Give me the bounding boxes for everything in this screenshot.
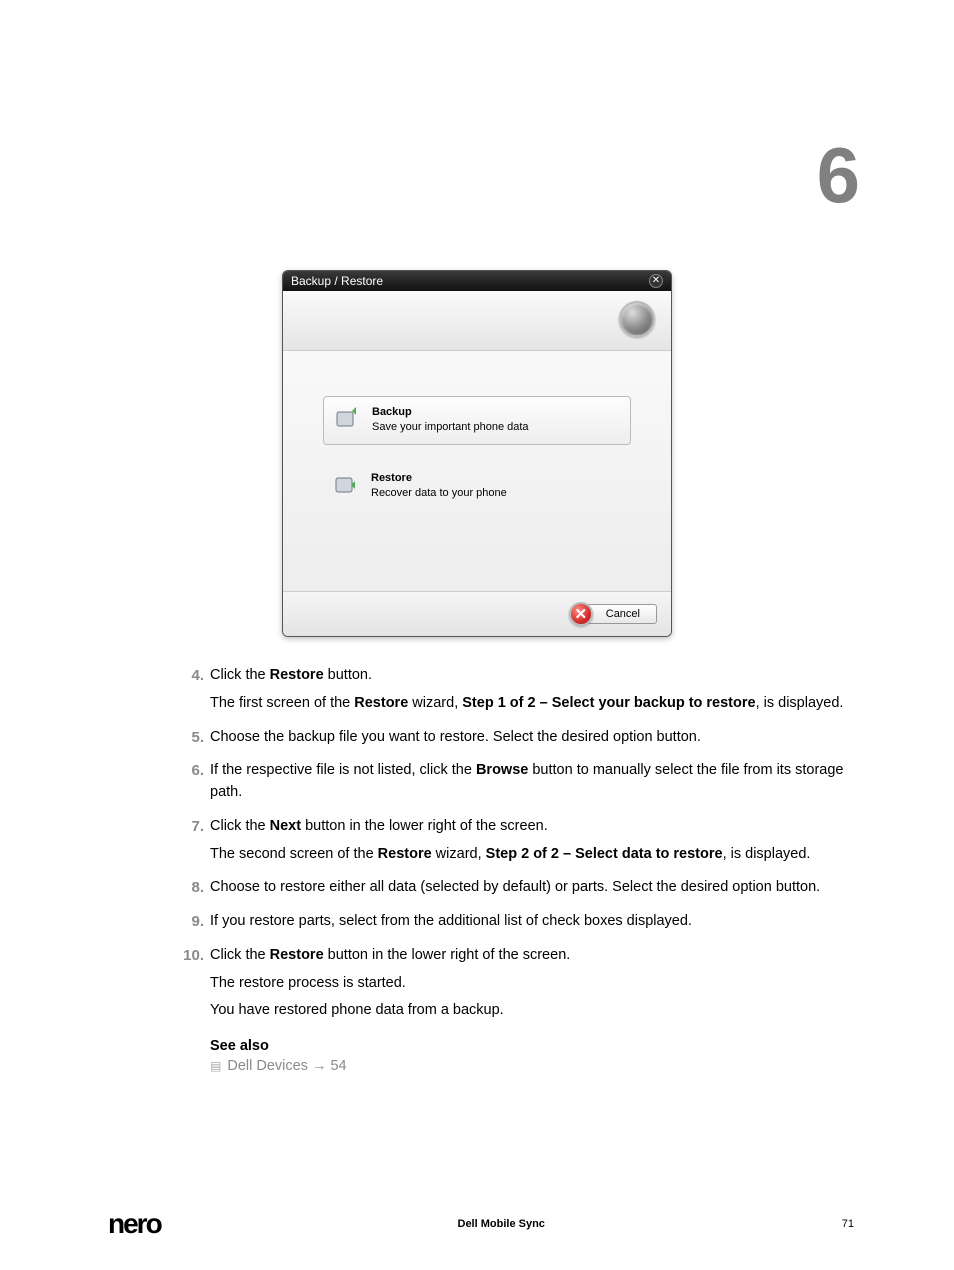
step-line: Click the Restore button in the lower ri…: [210, 945, 844, 967]
step-number: 6.: [178, 760, 210, 810]
instruction-step: 9.If you restore parts, select from the …: [178, 911, 844, 939]
backup-option-title: Backup: [372, 405, 529, 420]
backup-restore-dialog: Backup / Restore ✕ Backup Save yo: [282, 270, 672, 637]
device-orb-icon: [619, 301, 655, 337]
step-line: Click the Next button in the lower right…: [210, 816, 844, 838]
instruction-step: 5.Choose the backup file you want to res…: [178, 727, 844, 755]
nero-logo: nero: [108, 1208, 161, 1240]
see-also-link[interactable]: ▤ Dell Devices → 54: [210, 1058, 854, 1074]
step-line: If you restore parts, select from the ad…: [210, 911, 844, 933]
chapter-number: 6: [817, 130, 854, 221]
step-body: Click the Restore button. The first scree…: [210, 665, 844, 721]
dialog-footer: ✕ Cancel: [283, 591, 671, 636]
instruction-step: 10.Click the Restore button in the lower…: [178, 945, 844, 1028]
step-line: Click the Restore button.: [210, 665, 844, 687]
document-link-icon: ▤: [210, 1059, 221, 1073]
backup-option-desc: Save your important phone data: [372, 420, 529, 435]
close-icon[interactable]: ✕: [649, 274, 663, 288]
page-footer: nero Dell Mobile Sync 71: [108, 1208, 854, 1240]
step-number: 10.: [178, 945, 210, 1028]
restore-option-desc: Recover data to your phone: [371, 486, 507, 501]
dialog-body: Backup Save your important phone data Re…: [283, 351, 671, 591]
step-body: If you restore parts, select from the ad…: [210, 911, 844, 939]
step-line: The second screen of the Restore wizard,…: [210, 844, 844, 866]
backup-icon: [334, 405, 360, 431]
dialog-screenshot: Backup / Restore ✕ Backup Save yo: [100, 270, 854, 637]
restore-option[interactable]: Restore Recover data to your phone: [323, 463, 631, 510]
step-number: 9.: [178, 911, 210, 939]
step-body: Click the Next button in the lower right…: [210, 816, 844, 872]
step-number: 4.: [178, 665, 210, 721]
step-body: If the respective file is not listed, cl…: [210, 760, 844, 810]
step-line: The restore process is started.: [210, 973, 844, 995]
dialog-header: [283, 291, 671, 351]
cancel-button[interactable]: Cancel: [587, 604, 657, 624]
see-also-link-text: Dell Devices → 54: [227, 1058, 346, 1074]
step-line: Choose to restore either all data (selec…: [210, 877, 844, 899]
step-line: You have restored phone data from a back…: [210, 1000, 844, 1022]
restore-option-title: Restore: [371, 471, 507, 486]
see-also-section: See also ▤ Dell Devices → 54: [210, 1038, 854, 1074]
page-number: 71: [842, 1218, 854, 1230]
instruction-step: 7.Click the Next button in the lower rig…: [178, 816, 844, 872]
backup-option[interactable]: Backup Save your important phone data: [323, 396, 631, 445]
step-body: Choose to restore either all data (selec…: [210, 877, 844, 905]
step-line: If the respective file is not listed, cl…: [210, 760, 844, 804]
step-body: Click the Restore button in the lower ri…: [210, 945, 844, 1028]
instruction-list: 4.Click the Restore button. The first scr…: [178, 665, 844, 1028]
step-number: 8.: [178, 877, 210, 905]
footer-title: Dell Mobile Sync: [161, 1218, 842, 1230]
instruction-step: 6.If the respective file is not listed, …: [178, 760, 844, 810]
step-number: 7.: [178, 816, 210, 872]
step-line: The first screen of the Restore wizard, …: [210, 693, 844, 715]
dialog-title: Backup / Restore: [291, 274, 383, 288]
see-also-heading: See also: [210, 1038, 854, 1054]
step-line: Choose the backup file you want to resto…: [210, 727, 844, 749]
instruction-step: 4.Click the Restore button. The first scr…: [178, 665, 844, 721]
restore-icon: [333, 471, 359, 497]
step-body: Choose the backup file you want to resto…: [210, 727, 844, 755]
cancel-x-icon: ✕: [569, 602, 593, 626]
dialog-titlebar: Backup / Restore ✕: [283, 271, 671, 291]
step-number: 5.: [178, 727, 210, 755]
instruction-step: 8.Choose to restore either all data (sel…: [178, 877, 844, 905]
